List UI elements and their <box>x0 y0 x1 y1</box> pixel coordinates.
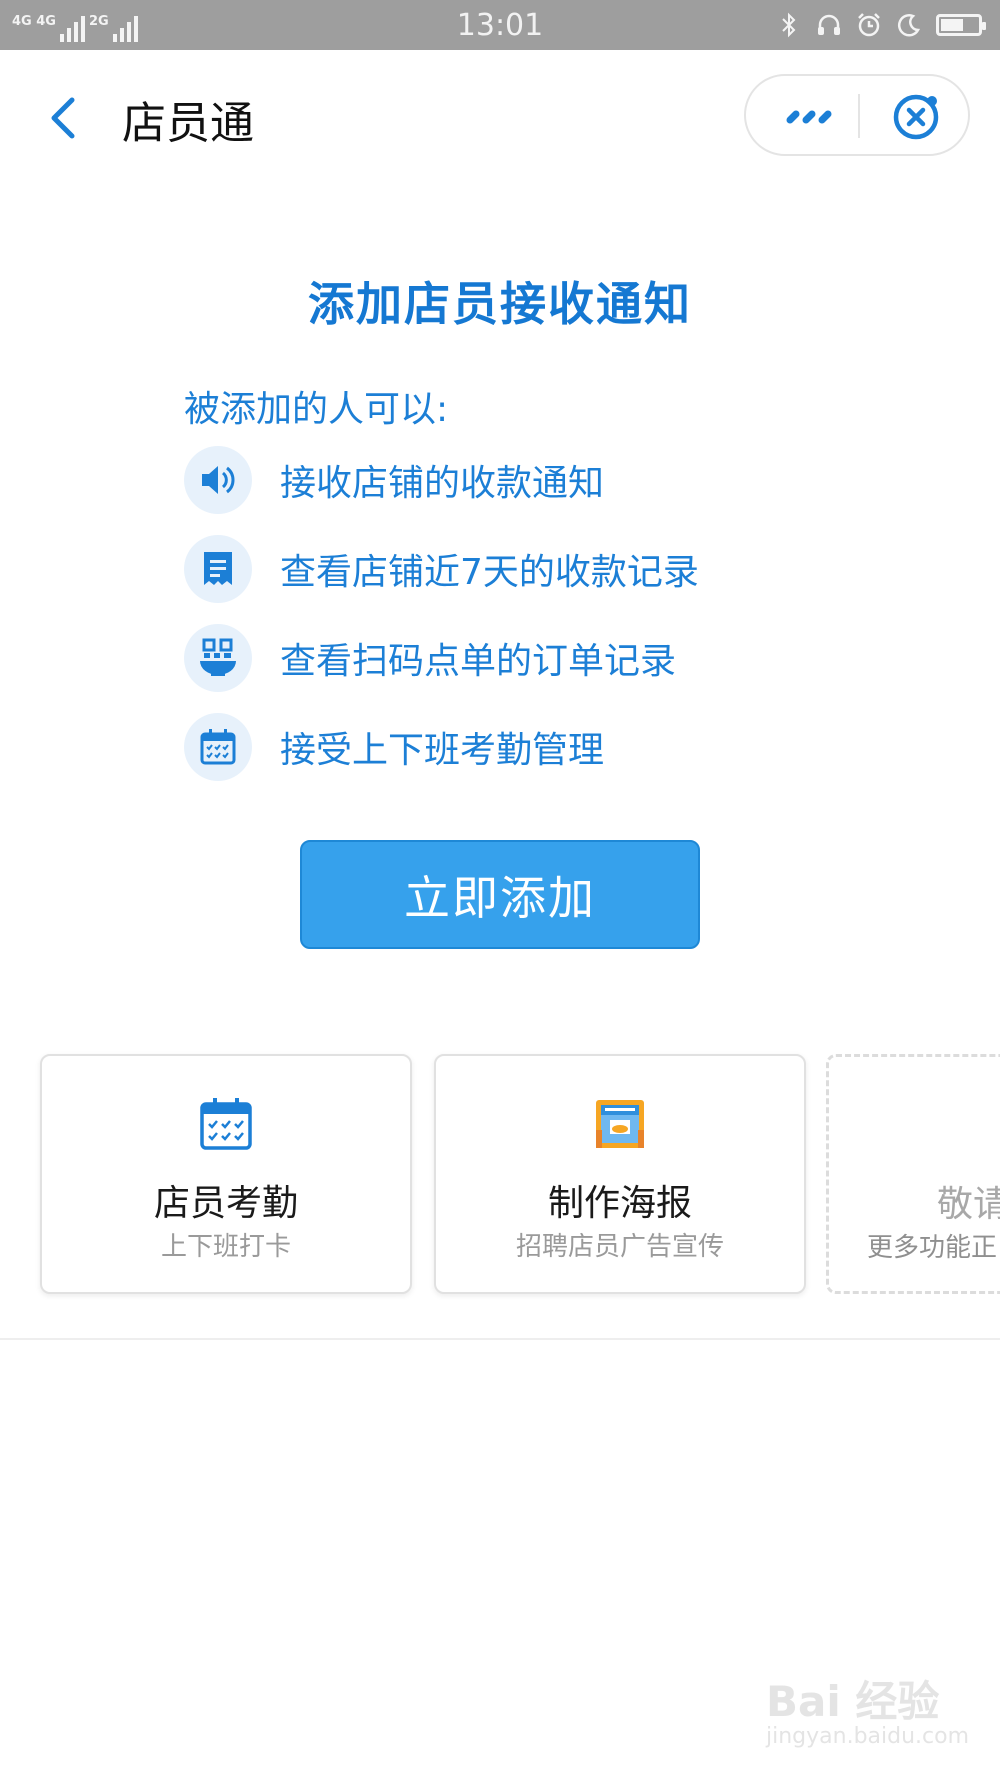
chevron-left-icon <box>51 97 75 139</box>
feature-text: 接受上下班考勤管理 <box>280 730 605 771</box>
feature-item: 查看店铺近7天的收款记录 <box>184 534 699 604</box>
function-cards: 店员考勤 上下班打卡 制作海报 招聘店员广告宣传 敬请 更多功能正 <box>0 1050 1000 1300</box>
receipt-icon <box>184 535 252 603</box>
baidu-jingyan-watermark: Bai 经验 jingyan.baidu.com <box>766 1668 970 1758</box>
mini-app-capsule <box>744 74 970 156</box>
more-button[interactable] <box>782 100 842 134</box>
feature-item: 接受上下班考勤管理 <box>184 712 604 782</box>
moon-icon <box>896 12 922 38</box>
card-attendance[interactable]: 店员考勤 上下班打卡 <box>40 1054 412 1294</box>
add-now-button[interactable]: 立即添加 <box>300 840 700 949</box>
card-title: 店员考勤 <box>153 1183 298 1224</box>
calendar-check-icon <box>184 713 252 781</box>
capsule-divider <box>858 94 860 138</box>
watermark-logo: Bai 经验 <box>766 1677 940 1726</box>
feature-text: 查看扫码点单的订单记录 <box>280 641 677 682</box>
main-heading: 添加店员接收通知 <box>308 277 692 331</box>
speaker-icon <box>184 446 252 514</box>
close-circle-icon <box>893 94 939 140</box>
qr-bowl-icon <box>184 624 252 692</box>
section-divider <box>0 1338 1000 1340</box>
watermark-url: jingyan.baidu.com <box>766 1724 970 1749</box>
feature-intro: 被添加的人可以: <box>184 389 449 430</box>
card-coming-soon: 敬请 更多功能正 <box>826 1054 1000 1294</box>
card-title: 制作海报 <box>547 1183 692 1224</box>
headset-icon <box>816 12 842 38</box>
feature-item: 接收店铺的收款通知 <box>184 445 604 515</box>
card-subtitle: 更多功能正 <box>867 1233 998 1263</box>
bluetooth-icon <box>776 12 802 38</box>
card-title: 敬请 <box>937 1184 1000 1225</box>
card-poster[interactable]: 制作海报 招聘店员广告宣传 <box>434 1054 806 1294</box>
poster-icon <box>592 1096 648 1152</box>
page-title: 店员通 <box>122 98 254 149</box>
feature-item: 查看扫码点单的订单记录 <box>184 623 676 693</box>
feature-text: 接收店铺的收款通知 <box>280 463 605 504</box>
back-button[interactable] <box>40 88 90 148</box>
feature-text: 查看店铺近7天的收款记录 <box>280 552 699 593</box>
alarm-icon <box>856 12 882 38</box>
card-subtitle: 招聘店员广告宣传 <box>515 1232 724 1262</box>
more-dots-icon <box>786 110 832 124</box>
battery-icon <box>936 14 986 36</box>
app-header: 店员通 <box>0 50 1000 180</box>
status-bar: 4G 4G 2G 13:01 <box>0 0 1000 50</box>
close-button[interactable] <box>890 91 942 143</box>
status-icons <box>776 10 986 40</box>
calendar-check-icon <box>198 1096 254 1152</box>
card-subtitle: 上下班打卡 <box>160 1232 291 1262</box>
